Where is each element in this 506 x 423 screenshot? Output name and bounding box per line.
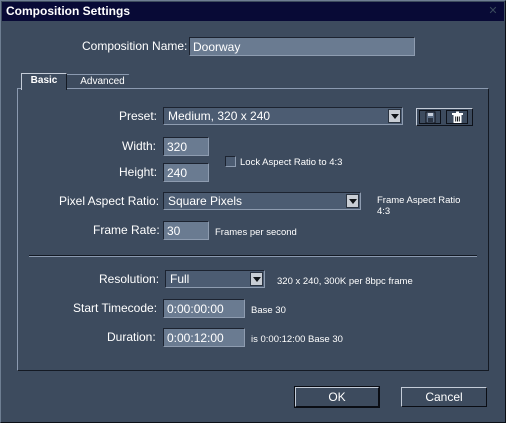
resolution-label: Resolution: — [99, 272, 160, 286]
save-preset-button[interactable] — [419, 110, 441, 124]
duration-info: is 0:00:12:00 Base 30 — [251, 334, 343, 345]
start-timecode-label: Start Timecode: — [73, 301, 158, 315]
width-label: Width: — [122, 139, 157, 153]
cancel-button[interactable]: Cancel — [401, 387, 487, 407]
height-input[interactable]: 240 — [163, 163, 209, 182]
preset-value: Medium, 320 x 240 — [168, 109, 271, 123]
pixel-aspect-value: Square Pixels — [168, 194, 243, 208]
preset-buttons — [416, 108, 473, 126]
tab-basic[interactable]: Basic — [21, 73, 67, 90]
start-timecode-base: Base 30 — [251, 305, 286, 316]
frame-rate-label: Frame Rate: — [93, 223, 160, 237]
chevron-down-icon — [346, 194, 359, 208]
chevron-down-icon — [388, 109, 401, 123]
composition-settings-dialog: Composition Settings ✕ Composition Name:… — [0, 0, 506, 423]
lock-aspect-checkbox[interactable] — [225, 156, 236, 167]
ok-button[interactable]: OK — [294, 386, 380, 408]
frame-rate-unit: Frames per second — [215, 227, 297, 238]
close-icon[interactable]: ✕ — [485, 4, 501, 18]
trash-icon — [452, 111, 463, 123]
frame-rate-input[interactable]: 30 — [163, 221, 209, 240]
window-title: Composition Settings — [6, 4, 130, 18]
resolution-select[interactable]: Full — [165, 270, 265, 288]
lock-aspect-label: Lock Aspect Ratio to 4:3 — [240, 157, 343, 168]
pixel-aspect-select[interactable]: Square Pixels — [163, 192, 361, 210]
save-disk-icon — [425, 111, 436, 124]
delete-preset-button[interactable] — [446, 110, 468, 124]
duration-label: Duration: — [107, 330, 156, 344]
height-label: Height: — [119, 165, 158, 179]
duration-input[interactable]: 0:00:12:00 — [163, 328, 245, 347]
pixel-aspect-label: Pixel Aspect Ratio: — [59, 194, 160, 208]
start-timecode-input[interactable]: 0:00:00:00 — [163, 299, 245, 318]
composition-name-label: Composition Name: — [82, 39, 188, 53]
preset-label: Preset: — [119, 109, 158, 123]
title-bar[interactable]: Composition Settings ✕ — [2, 2, 504, 21]
divider — [29, 255, 477, 257]
resolution-value: Full — [170, 272, 190, 286]
resolution-info: 320 x 240, 300K per 8bpc frame — [277, 276, 413, 287]
preset-select[interactable]: Medium, 320 x 240 — [163, 107, 403, 125]
chevron-down-icon — [250, 272, 263, 286]
frame-aspect-label: Frame Aspect Ratio — [377, 195, 461, 206]
frame-aspect-value: 4:3 — [377, 206, 391, 217]
composition-name-input[interactable]: Doorway — [189, 37, 415, 56]
width-input[interactable]: 320 — [163, 137, 209, 156]
